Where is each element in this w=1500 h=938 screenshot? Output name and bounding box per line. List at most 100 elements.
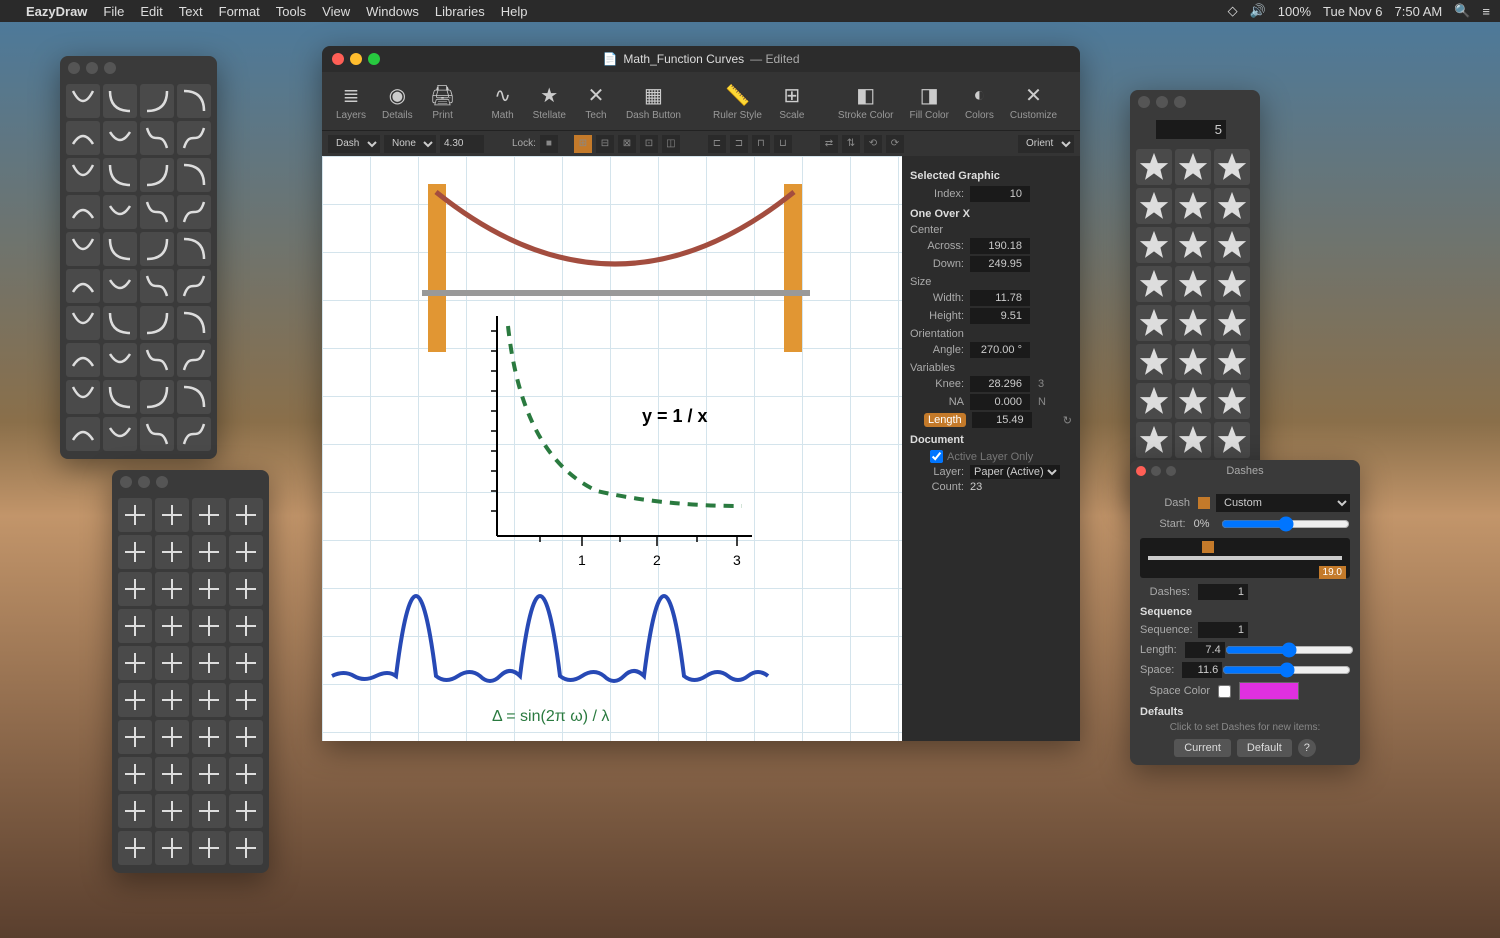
curve-tool-30[interactable] bbox=[140, 343, 174, 377]
stellate-tool-6[interactable] bbox=[1136, 227, 1172, 263]
tech-tool-15[interactable] bbox=[229, 609, 263, 643]
tech-tool-24[interactable] bbox=[118, 720, 152, 754]
curve-tool-29[interactable] bbox=[103, 343, 137, 377]
length-slider[interactable] bbox=[1225, 642, 1354, 658]
curve-tool-5[interactable] bbox=[103, 121, 137, 155]
tech-tool-18[interactable] bbox=[192, 646, 226, 680]
tech-tool-39[interactable] bbox=[229, 831, 263, 865]
curve-tool-1[interactable] bbox=[103, 84, 137, 118]
menu-edit[interactable]: Edit bbox=[140, 4, 162, 19]
stellate-tool-16[interactable] bbox=[1175, 344, 1211, 380]
align-btn-2[interactable]: ⊟ bbox=[596, 135, 614, 153]
menu-help[interactable]: Help bbox=[501, 4, 528, 19]
lock-btn[interactable]: ■ bbox=[540, 135, 558, 153]
tech-tool-23[interactable] bbox=[229, 683, 263, 717]
dist-btn-2[interactable]: ⊐ bbox=[730, 135, 748, 153]
curve-tool-9[interactable] bbox=[103, 158, 137, 192]
tech-tool-30[interactable] bbox=[192, 757, 226, 791]
tech-tool-6[interactable] bbox=[192, 535, 226, 569]
curve-tool-3[interactable] bbox=[177, 84, 211, 118]
curve-tool-4[interactable] bbox=[66, 121, 100, 155]
angle-field[interactable]: 270.00 ° bbox=[970, 342, 1030, 358]
stellate-tool-15[interactable] bbox=[1136, 344, 1172, 380]
stellate-tool-2[interactable] bbox=[1214, 149, 1250, 185]
arrow-select[interactable]: None bbox=[384, 135, 436, 153]
sequence-field[interactable] bbox=[1198, 622, 1248, 638]
curve-tool-7[interactable] bbox=[177, 121, 211, 155]
stellate-tool-17[interactable] bbox=[1214, 344, 1250, 380]
na-field[interactable]: 0.000 bbox=[970, 394, 1030, 410]
curve-tool-24[interactable] bbox=[66, 306, 100, 340]
curve-tool-12[interactable] bbox=[66, 195, 100, 229]
across-field[interactable]: 190.18 bbox=[970, 238, 1030, 254]
curve-tool-8[interactable] bbox=[66, 158, 100, 192]
menu-windows[interactable]: Windows bbox=[366, 4, 419, 19]
stellate-tool-5[interactable] bbox=[1214, 188, 1250, 224]
stellate-tool-21[interactable] bbox=[1136, 422, 1172, 458]
tb-customize[interactable]: ✕Customize bbox=[1004, 80, 1063, 123]
tech-tool-13[interactable] bbox=[155, 609, 189, 643]
tb-stroke-color[interactable]: ◧Stroke Color bbox=[832, 80, 900, 123]
curve-tool-19[interactable] bbox=[177, 232, 211, 266]
curve-tool-36[interactable] bbox=[66, 417, 100, 451]
tech-tool-37[interactable] bbox=[155, 831, 189, 865]
tech-tool-1[interactable] bbox=[155, 498, 189, 532]
length-badge[interactable]: Length bbox=[924, 413, 966, 427]
stellate-tool-23[interactable] bbox=[1214, 422, 1250, 458]
curve-tool-10[interactable] bbox=[140, 158, 174, 192]
dashes-count[interactable] bbox=[1198, 584, 1248, 600]
active-layer-check[interactable] bbox=[930, 450, 943, 463]
tech-tool-27[interactable] bbox=[229, 720, 263, 754]
curve-tool-17[interactable] bbox=[103, 232, 137, 266]
stellate-tool-11[interactable] bbox=[1214, 266, 1250, 302]
tech-tool-31[interactable] bbox=[229, 757, 263, 791]
down-field[interactable]: 249.95 bbox=[970, 256, 1030, 272]
tech-tool-32[interactable] bbox=[118, 794, 152, 828]
notif-icon[interactable]: ≡ bbox=[1482, 4, 1490, 19]
dash-select[interactable]: Dash bbox=[328, 135, 380, 153]
index-field[interactable]: 10 bbox=[970, 186, 1030, 202]
tech-tool-4[interactable] bbox=[118, 535, 152, 569]
curve-tool-34[interactable] bbox=[140, 380, 174, 414]
tech-tool-34[interactable] bbox=[192, 794, 226, 828]
stellate-sides[interactable] bbox=[1156, 120, 1226, 139]
stellate-tool-22[interactable] bbox=[1175, 422, 1211, 458]
volume-icon[interactable]: 🔊 bbox=[1250, 3, 1266, 19]
space-slider[interactable] bbox=[1222, 662, 1351, 678]
tech-tool-7[interactable] bbox=[229, 535, 263, 569]
curve-tool-33[interactable] bbox=[103, 380, 137, 414]
tb-details[interactable]: ◉Details bbox=[376, 80, 419, 123]
tech-tool-22[interactable] bbox=[192, 683, 226, 717]
curve-tool-13[interactable] bbox=[103, 195, 137, 229]
dash-length[interactable] bbox=[1185, 642, 1225, 658]
width-field[interactable]: 11.78 bbox=[970, 290, 1030, 306]
curve-tool-15[interactable] bbox=[177, 195, 211, 229]
stellate-tool-4[interactable] bbox=[1175, 188, 1211, 224]
stellate-tool-0[interactable] bbox=[1136, 149, 1172, 185]
tech-tool-19[interactable] bbox=[229, 646, 263, 680]
dash-handle[interactable] bbox=[1202, 541, 1214, 553]
curve-tool-37[interactable] bbox=[103, 417, 137, 451]
tech-tool-5[interactable] bbox=[155, 535, 189, 569]
curve-tool-28[interactable] bbox=[66, 343, 100, 377]
curve-tool-27[interactable] bbox=[177, 306, 211, 340]
tech-tool-38[interactable] bbox=[192, 831, 226, 865]
curve-tool-38[interactable] bbox=[140, 417, 174, 451]
tb-tech[interactable]: ✕Tech bbox=[576, 80, 616, 123]
canvas[interactable]: y = 1 / x 1 2 3 Δ = sin(2π ω) / λ bbox=[322, 156, 902, 741]
curve-tool-20[interactable] bbox=[66, 269, 100, 303]
stellate-tool-18[interactable] bbox=[1136, 383, 1172, 419]
battery[interactable]: 100% bbox=[1278, 4, 1311, 19]
stellate-tool-10[interactable] bbox=[1175, 266, 1211, 302]
curve-tool-6[interactable] bbox=[140, 121, 174, 155]
tech-tool-8[interactable] bbox=[118, 572, 152, 606]
dash-preview[interactable]: 19.0 bbox=[1140, 538, 1350, 578]
curve-tool-25[interactable] bbox=[103, 306, 137, 340]
space-color-swatch[interactable] bbox=[1239, 682, 1299, 700]
tb-print[interactable]: 🖨Print bbox=[423, 80, 463, 123]
stellate-tool-14[interactable] bbox=[1214, 305, 1250, 341]
align-btn-3[interactable]: ⊠ bbox=[618, 135, 636, 153]
tech-tool-0[interactable] bbox=[118, 498, 152, 532]
tech-tool-25[interactable] bbox=[155, 720, 189, 754]
length-field[interactable]: 15.49 bbox=[972, 412, 1032, 428]
